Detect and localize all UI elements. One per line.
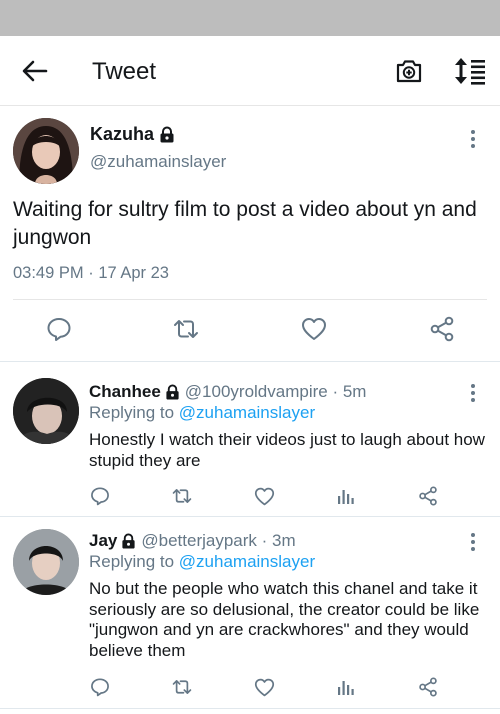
avatar[interactable] — [13, 529, 79, 595]
reply-tweet: Chanhee @100yroldvampire · 5m Replying t… — [0, 362, 500, 516]
divider — [0, 708, 500, 709]
like-button[interactable] — [252, 675, 276, 699]
reply-tweet: Jay @betterjaypark · 3m Replying to @zuh… — [0, 517, 500, 707]
tweet-actions — [0, 314, 500, 346]
replying-to: Replying to @zuhamainslayer — [89, 403, 316, 422]
share-icon — [419, 677, 437, 697]
retweet-button[interactable] — [170, 675, 194, 699]
replying-to: Replying to @zuhamainslayer — [89, 552, 316, 571]
reply-icon — [91, 487, 109, 506]
tweet-timestamp: 03:49 PM · 17 Apr 23 — [13, 264, 169, 283]
divider — [13, 299, 487, 300]
camera-add-icon — [396, 60, 422, 83]
analytics-icon — [338, 490, 354, 504]
reply-header: Chanhee @100yroldvampire · 5m — [89, 382, 367, 401]
retweet-button[interactable] — [171, 314, 201, 344]
analytics-button[interactable] — [334, 484, 358, 508]
retweet-button[interactable] — [170, 484, 194, 508]
mention-link[interactable]: @zuhamainslayer — [179, 403, 315, 422]
author-handle: @100yroldvampire — [184, 382, 328, 401]
reply-icon — [47, 318, 71, 341]
heart-icon — [302, 318, 326, 340]
time-separator: · — [88, 264, 94, 282]
analytics-icon — [338, 681, 354, 695]
tweet-text: Waiting for sultry film to post a video … — [13, 198, 477, 249]
mention-link[interactable]: @zuhamainslayer — [179, 552, 315, 571]
heart-icon — [254, 678, 274, 696]
share-icon — [430, 316, 454, 342]
lock-icon — [122, 533, 135, 549]
reply-header: Jay @betterjaypark · 3m — [89, 531, 296, 550]
avatar-image — [13, 118, 79, 184]
lock-icon — [166, 384, 179, 400]
arrow-left-icon — [22, 60, 48, 82]
more-options-icon[interactable] — [466, 382, 480, 404]
like-button[interactable] — [252, 484, 276, 508]
tweet-date: 17 Apr 23 — [98, 264, 169, 282]
avatar[interactable] — [13, 378, 79, 444]
tweet-text: Honestly I watch their videos just to la… — [89, 430, 485, 470]
back-button[interactable] — [18, 56, 52, 86]
lock-icon — [160, 126, 174, 143]
retweet-icon — [172, 680, 192, 694]
sort-button[interactable] — [452, 55, 488, 87]
analytics-button[interactable] — [334, 675, 358, 699]
share-button[interactable] — [416, 484, 440, 508]
author-handle: @zuhamainslayer — [90, 152, 227, 171]
more-options-icon[interactable] — [466, 531, 480, 553]
retweet-icon — [174, 320, 198, 338]
tweet-age: 3m — [272, 531, 296, 550]
tweet-actions — [0, 484, 500, 508]
tweet-time: 03:49 PM — [13, 264, 84, 282]
avatar-image — [13, 529, 79, 595]
reply-icon — [91, 678, 109, 697]
app-bar: Tweet — [0, 36, 500, 106]
author-name-row: Kazuha — [90, 124, 175, 145]
reply-button[interactable] — [88, 675, 112, 699]
share-icon — [419, 486, 437, 506]
share-button[interactable] — [416, 675, 440, 699]
status-bar — [0, 0, 500, 36]
author-name: Kazuha — [90, 124, 155, 144]
reply-button[interactable] — [44, 314, 74, 344]
camera-button[interactable] — [394, 56, 424, 86]
main-tweet: Kazuha @zuhamainslayer Waiting for sultr… — [0, 106, 500, 360]
reply-button[interactable] — [88, 484, 112, 508]
heart-icon — [254, 487, 274, 505]
avatar-image — [13, 378, 79, 444]
author-name: Jay — [89, 531, 118, 550]
tweet-age: 5m — [342, 382, 367, 401]
author-handle: @betterjaypark — [141, 531, 257, 550]
like-button[interactable] — [299, 314, 329, 344]
sort-list-icon — [455, 58, 485, 85]
retweet-icon — [172, 489, 192, 503]
tweet-actions — [0, 675, 500, 699]
more-options-icon[interactable] — [466, 128, 480, 150]
share-button[interactable] — [427, 314, 457, 344]
author-name: Chanhee — [89, 382, 161, 401]
page-title: Tweet — [92, 58, 157, 85]
tweet-text: No but the people who watch this chanel … — [89, 579, 480, 660]
avatar[interactable] — [13, 118, 79, 184]
